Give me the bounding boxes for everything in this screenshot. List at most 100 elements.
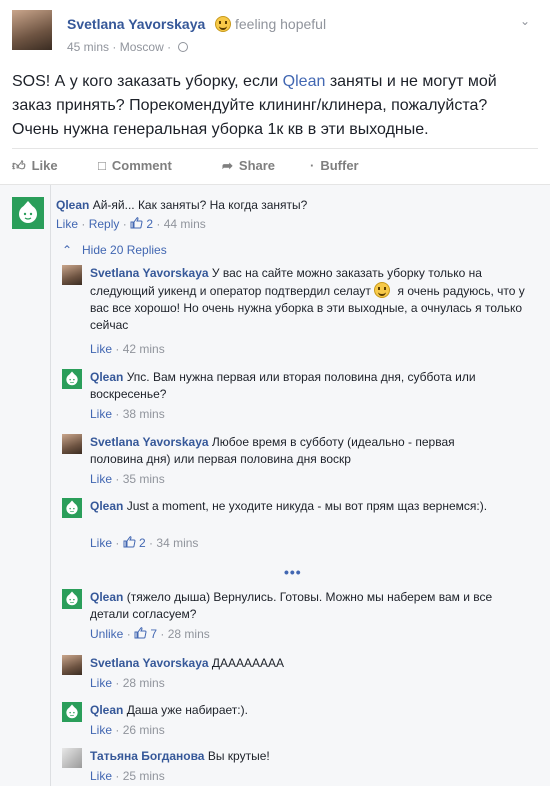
reply-actions: Like · 26 mins [90, 723, 165, 737]
reply-body: Svetlana Yavorskaya У вас на сайте можно… [90, 265, 540, 334]
comment-button[interactable]: □ Comment [98, 158, 172, 173]
reply-like-link[interactable]: Like [90, 472, 112, 486]
qlean-avatar[interactable] [62, 498, 82, 518]
post-author-name[interactable]: Svetlana Yavorskaya [67, 16, 205, 32]
share-button[interactable]: ➦ Share [222, 158, 275, 174]
reply-author[interactable]: Qlean [90, 590, 123, 604]
qlean-avatar[interactable] [62, 369, 82, 389]
reply: Татьяна Богданова Вы крутые! Like · 25 m… [62, 748, 540, 784]
post-time[interactable]: 45 mins [67, 40, 109, 54]
chevron-down-icon[interactable]: ⌄ [520, 14, 534, 28]
post-action-bar: 👍︎ Like □ Comment ➦ Share · Buffer [12, 148, 538, 180]
globe-icon[interactable] [178, 42, 189, 52]
reply-time[interactable]: 38 mins [123, 407, 165, 421]
meta-separator: · [112, 40, 117, 54]
thumbs-up-icon: 👍︎ [12, 158, 26, 173]
buffer-icon: · [310, 158, 315, 173]
reply-author[interactable]: Svetlana Yavorskaya [90, 435, 209, 449]
reply-unlike-link[interactable]: Unlike [90, 627, 123, 641]
chevron-up-icon: ⌃ [62, 243, 73, 257]
reply-author[interactable]: Qlean [90, 370, 123, 384]
reply-text: Just a moment, не уходите никуда - мы во… [126, 499, 488, 513]
reply-text: Даша уже набирает:). [126, 703, 248, 717]
reply-like-link[interactable]: Like [90, 342, 112, 356]
author-avatar[interactable] [12, 10, 52, 50]
like-label: Like [31, 158, 58, 173]
comment-like-count[interactable]: 2 [146, 217, 153, 231]
reply-body: Svetlana Yavorskaya ДАААААААА [90, 655, 510, 672]
thumbs-up-icon [123, 536, 136, 548]
reply-like-count[interactable]: 2 [139, 536, 146, 550]
buffer-button[interactable]: · Buffer [310, 158, 359, 173]
qlean-avatar[interactable] [12, 197, 44, 229]
reply-text: Упс. Вам нужна первая или вторая половин… [90, 370, 476, 401]
reply-time[interactable]: 28 mins [123, 676, 165, 690]
reply-like-link[interactable]: Like [90, 723, 112, 737]
post-location[interactable]: Moscow [120, 40, 164, 54]
reply-body: Svetlana Yavorskaya Любое время в суббот… [90, 434, 510, 468]
smiley-icon [215, 16, 231, 32]
reply-author[interactable]: Qlean [90, 499, 123, 513]
reply: Qlean Упс. Вам нужна первая или вторая п… [62, 369, 540, 425]
reply-time[interactable]: 35 mins [123, 472, 165, 486]
like-button[interactable]: 👍︎ Like [12, 158, 58, 174]
reply-body: Qlean Упс. Вам нужна первая или вторая п… [90, 369, 510, 403]
reply-author[interactable]: Svetlana Yavorskaya [90, 656, 209, 670]
reply-like-count[interactable]: 7 [150, 627, 157, 641]
smiley-icon [374, 282, 391, 298]
reply-time[interactable]: 26 mins [123, 723, 165, 737]
reply: Qlean (тяжело дыша) Вернулись. Готовы. М… [62, 589, 540, 645]
reply-author[interactable]: Qlean [90, 703, 123, 717]
reply-text: Вы крутые! [207, 749, 270, 763]
comment-reply-link[interactable]: Reply [89, 217, 120, 231]
post-brand-link[interactable]: Qlean [283, 73, 326, 90]
reply-time[interactable]: 42 mins [123, 342, 165, 356]
reply-body: Qlean Даша уже набирает:). [90, 702, 510, 719]
svetlana-avatar[interactable] [62, 265, 82, 285]
reply-like-link[interactable]: Like [90, 676, 112, 690]
reply-author[interactable]: Svetlana Yavorskaya [90, 266, 209, 280]
reply-time[interactable]: 25 mins [123, 769, 165, 783]
svetlana-avatar[interactable] [62, 434, 82, 454]
reply-like-link[interactable]: Like [90, 769, 112, 783]
comment-like-link[interactable]: Like [56, 217, 78, 231]
hide-replies-link[interactable]: ⌃ Hide 20 Replies [62, 243, 167, 257]
reply: Svetlana Yavorskaya ДАААААААА Like · 28 … [62, 655, 540, 691]
post-text-before: SOS! А у кого заказать уборку, если [12, 73, 283, 90]
reply-body: Татьяна Богданова Вы крутые! [90, 748, 510, 765]
reply: Svetlana Yavorskaya У вас на сайте можно… [62, 265, 540, 361]
reply-actions: Unlike · 7 · 28 mins [90, 627, 210, 641]
comment-actions: Like · Reply · 2 · 44 mins [56, 217, 206, 231]
load-more-replies[interactable]: ••• [284, 564, 302, 580]
feeling-text: feeling hopeful [235, 16, 327, 32]
reply-actions: Like · 35 mins [90, 472, 165, 486]
share-label: Share [238, 158, 276, 173]
reply: Svetlana Yavorskaya Любое время в суббот… [62, 434, 540, 490]
replies-thread-line [50, 185, 51, 786]
feeling-status: feeling hopeful [215, 16, 326, 32]
reply-author[interactable]: Татьяна Богданова [90, 749, 204, 763]
thumbs-up-icon [134, 627, 147, 639]
reply: Qlean Даша уже набирает:). Like · 26 min… [62, 702, 540, 738]
reply-actions: Like · 28 mins [90, 676, 165, 690]
reply-body: Qlean Just a moment, не уходите никуда -… [90, 498, 510, 515]
comment-time[interactable]: 44 mins [164, 217, 206, 231]
qlean-avatar[interactable] [62, 589, 82, 609]
thumbs-up-icon [130, 217, 143, 229]
qlean-avatar[interactable] [62, 702, 82, 722]
reply-actions: Like · 2 · 34 mins [90, 536, 199, 550]
reply: Qlean Just a moment, не уходите никуда -… [62, 498, 540, 554]
post-meta: 45 mins · Moscow · [67, 40, 189, 54]
svetlana-avatar[interactable] [62, 655, 82, 675]
hide-replies-label: Hide 20 Replies [82, 243, 167, 257]
reply-time[interactable]: 34 mins [156, 536, 198, 550]
share-arrow-icon: ➦ [222, 158, 233, 173]
comment-author[interactable]: Qlean [56, 198, 89, 212]
reply-time[interactable]: 28 mins [168, 627, 210, 641]
reply-text: ДАААААААА [211, 656, 285, 670]
tatiana-avatar[interactable] [62, 748, 82, 768]
reply-like-link[interactable]: Like [90, 536, 112, 550]
reply-actions: Like · 42 mins [90, 342, 165, 356]
comment-label: Comment [111, 158, 172, 173]
reply-like-link[interactable]: Like [90, 407, 112, 421]
